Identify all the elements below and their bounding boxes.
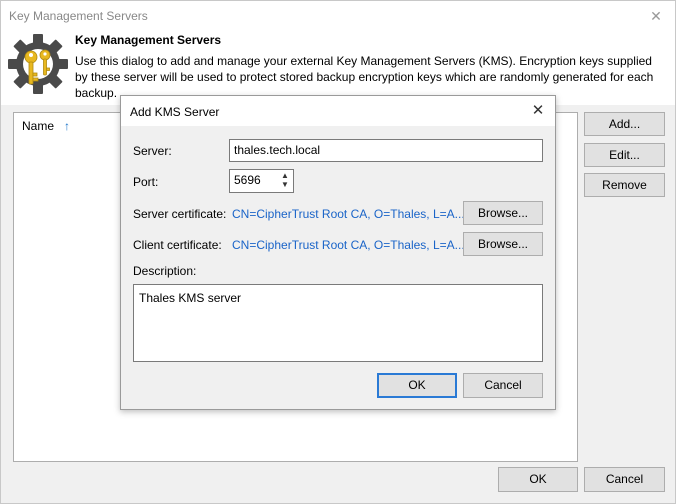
- gear-key-icon: [8, 34, 68, 94]
- dialog-title: Add KMS Server: [130, 105, 220, 119]
- client-certificate-label: Client certificate:: [133, 238, 222, 252]
- window-title: Key Management Servers: [9, 9, 148, 23]
- add-button[interactable]: Add...: [584, 112, 665, 136]
- client-certificate-link[interactable]: CN=CipherTrust Root CA, O=Thales, L=A...: [232, 238, 465, 252]
- column-header-name[interactable]: Name ↑: [22, 119, 70, 133]
- header-panel: Key Management Servers Use this dialog t…: [1, 31, 675, 105]
- header-description: Use this dialog to add and manage your e…: [75, 54, 654, 100]
- chevron-down-icon[interactable]: ▼: [281, 180, 289, 189]
- server-certificate-label: Server certificate:: [133, 207, 227, 221]
- dialog-titlebar: Add KMS Server ✕: [121, 96, 555, 126]
- server-label: Server:: [133, 144, 172, 158]
- header-title: Key Management Servers: [75, 33, 222, 47]
- cancel-button[interactable]: Cancel: [584, 467, 665, 492]
- remove-button[interactable]: Remove: [584, 173, 665, 197]
- client-certificate-browse-button[interactable]: Browse...: [463, 232, 543, 256]
- description-label: Description:: [133, 264, 197, 278]
- server-input[interactable]: thales.tech.local: [229, 139, 543, 162]
- window-titlebar: Key Management Servers ✕: [1, 1, 675, 31]
- dialog-ok-button[interactable]: OK: [377, 373, 457, 398]
- column-name-label: Name: [22, 119, 55, 133]
- description-textarea[interactable]: Thales KMS server: [133, 284, 543, 362]
- port-spin-buttons[interactable]: ▲ ▼: [279, 171, 291, 189]
- chevron-up-icon[interactable]: ▲: [281, 171, 289, 180]
- edit-button[interactable]: Edit...: [584, 143, 665, 167]
- add-kms-server-dialog: Add KMS Server ✕ Server: thales.tech.loc…: [120, 95, 556, 410]
- server-certificate-browse-button[interactable]: Browse...: [463, 201, 543, 225]
- server-certificate-link[interactable]: CN=CipherTrust Root CA, O=Thales, L=A...: [232, 207, 465, 221]
- dialog-close-icon[interactable]: ✕: [527, 100, 549, 122]
- window-close-icon[interactable]: ✕: [645, 5, 667, 27]
- port-stepper[interactable]: 5696 ▲ ▼: [229, 169, 294, 193]
- port-label: Port:: [133, 175, 159, 189]
- port-value: 5696: [234, 173, 261, 187]
- dialog-cancel-button[interactable]: Cancel: [463, 373, 543, 398]
- sort-ascending-icon: ↑: [64, 119, 71, 133]
- ok-button[interactable]: OK: [498, 467, 578, 492]
